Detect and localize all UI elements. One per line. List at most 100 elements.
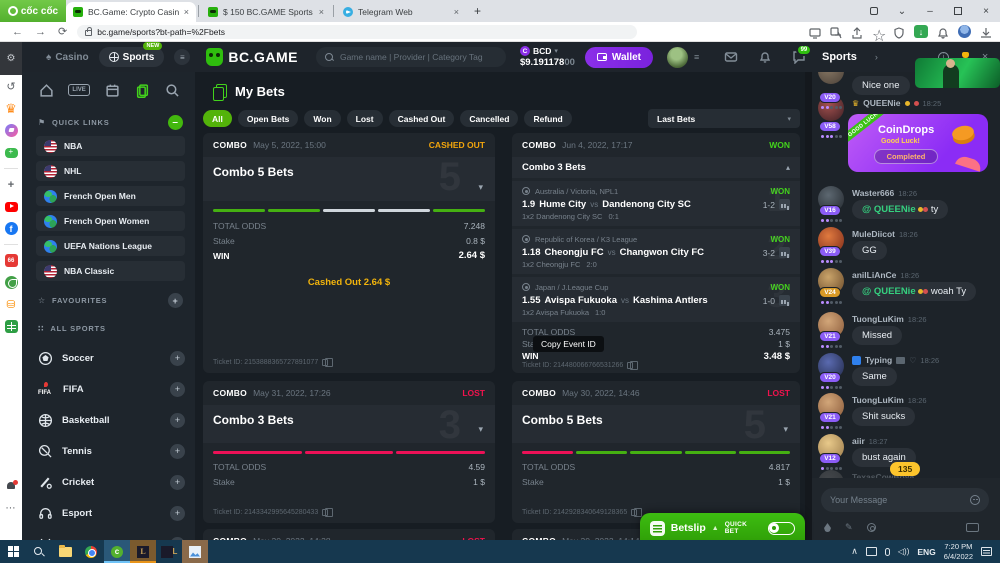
lock-icon[interactable] bbox=[85, 30, 92, 36]
game-search[interactable] bbox=[316, 47, 506, 67]
rain-icon[interactable] bbox=[824, 523, 831, 532]
new-tab-button[interactable]: + bbox=[474, 4, 481, 18]
bcgame-logo[interactable]: BC.GAME bbox=[206, 48, 298, 66]
username[interactable]: anilLiAnCe bbox=[852, 270, 896, 280]
sport-tennis[interactable]: Tennis+ bbox=[22, 439, 195, 463]
sheets-shortcut-icon[interactable] bbox=[5, 320, 18, 333]
profile-menu-icon[interactable]: ≡ bbox=[694, 52, 698, 62]
history-icon[interactable]: ↺ bbox=[5, 80, 18, 93]
league-of-legends-icon[interactable]: L bbox=[130, 540, 156, 563]
mail-icon[interactable] bbox=[724, 50, 738, 64]
filter-all[interactable]: All bbox=[203, 110, 232, 127]
microphone-icon[interactable] bbox=[885, 548, 890, 556]
promo-thumbnail[interactable] bbox=[915, 58, 1000, 88]
live-icon[interactable]: LIVE bbox=[68, 84, 89, 96]
send-to-device-icon[interactable] bbox=[809, 26, 821, 38]
chevron-down-icon[interactable]: ▾ bbox=[554, 47, 558, 55]
shopping-cart-icon[interactable]: ⛁ bbox=[5, 298, 18, 311]
browser-profile-avatar[interactable] bbox=[958, 25, 971, 38]
expand-chevron-icon[interactable]: ▾ bbox=[478, 424, 483, 435]
network-icon[interactable] bbox=[866, 547, 877, 556]
tab-preview-icon[interactable] bbox=[860, 0, 888, 22]
expand-soccer-button[interactable]: + bbox=[170, 351, 185, 366]
betslip-bar[interactable]: Betslip ▲ QUICK BET bbox=[640, 513, 805, 543]
back-icon[interactable]: ← bbox=[12, 26, 23, 38]
bet-leg[interactable]: 1 Australia / Victoria, NPL1WON 1.9Hume … bbox=[512, 181, 800, 226]
unread-count-badge[interactable]: 135 bbox=[890, 462, 920, 476]
expand-chevron-icon[interactable]: ▾ bbox=[478, 182, 483, 193]
reload-icon[interactable]: ⟳ bbox=[58, 25, 67, 38]
copy-icon[interactable] bbox=[322, 509, 328, 516]
mention[interactable]: @ QUEENie bbox=[862, 286, 916, 297]
bet-card-lost[interactable]: COMBO May 31, 2022, 17:26 LOST Combo 3 B… bbox=[203, 381, 495, 523]
bookmark-star-icon[interactable]: ☆ bbox=[872, 26, 884, 38]
bet-card-lost[interactable]: COMBO May 30, 2022, 14:46 LOST Combo 5 B… bbox=[512, 381, 800, 523]
expand-tennis-button[interactable]: + bbox=[170, 444, 185, 459]
sport-soccer[interactable]: Soccer+ bbox=[22, 346, 195, 370]
taskbar-search-icon[interactable] bbox=[26, 540, 52, 563]
balance-block[interactable]: C BCD ▾ $9.19117800 bbox=[520, 46, 575, 68]
chevron-right-icon[interactable]: › bbox=[875, 52, 878, 62]
notification-bell-icon[interactable] bbox=[937, 26, 949, 38]
tab-close-icon[interactable]: × bbox=[184, 7, 189, 17]
search-input[interactable] bbox=[340, 52, 497, 62]
coccoc-menu-button[interactable]: cốc cốc bbox=[0, 0, 66, 22]
nav-casino[interactable]: ♠Casino bbox=[46, 52, 89, 63]
username[interactable]: aiir bbox=[852, 436, 865, 446]
emoji-icon[interactable] bbox=[970, 495, 980, 505]
facebook-icon[interactable]: f bbox=[5, 222, 18, 235]
chat-room-title[interactable]: Sports bbox=[822, 51, 857, 63]
my-bets-icon[interactable] bbox=[135, 82, 151, 98]
sport-fifa[interactable]: FIFA FIFA+ bbox=[22, 377, 195, 401]
bet-card-cashed-out[interactable]: COMBO May 5, 2022, 15:00 CASHED OUT Comb… bbox=[203, 133, 495, 373]
quick-bet-toggle[interactable] bbox=[768, 522, 795, 535]
tab-search-icon[interactable]: ⌄ bbox=[888, 0, 916, 22]
crown-rewards-icon[interactable]: ♛ bbox=[5, 102, 18, 115]
restore-button[interactable] bbox=[944, 0, 972, 22]
youtube-icon[interactable] bbox=[5, 200, 18, 213]
wallet-button[interactable]: Wallet bbox=[585, 47, 653, 68]
language-indicator[interactable]: ENG bbox=[917, 547, 935, 557]
filter-refund[interactable]: Refund bbox=[524, 110, 571, 127]
coccoc-taskbar-icon[interactable]: c bbox=[104, 540, 130, 563]
completed-button[interactable]: Completed bbox=[874, 149, 938, 164]
add-favourite-button[interactable]: + bbox=[168, 293, 183, 308]
hidden-icons-chevron[interactable]: ∧ bbox=[851, 546, 858, 557]
calendar-icon[interactable] bbox=[104, 82, 120, 98]
close-button[interactable]: × bbox=[972, 0, 1000, 22]
bet-leg[interactable]: 2 Republic of Korea / K3 LeagueWON 1.18C… bbox=[512, 229, 800, 274]
stats-icon[interactable] bbox=[779, 295, 790, 306]
filter-cancelled[interactable]: Cancelled bbox=[460, 110, 518, 127]
sport-esport[interactable]: Esport+ bbox=[22, 501, 195, 525]
shield-icon[interactable] bbox=[893, 26, 905, 38]
username[interactable]: TuongLuKim bbox=[852, 314, 904, 324]
alerts-bell-icon[interactable] bbox=[5, 480, 18, 493]
message-input[interactable] bbox=[830, 495, 960, 505]
league-client-icon[interactable]: L bbox=[156, 540, 182, 563]
games-icon[interactable] bbox=[5, 146, 18, 159]
copy-icon[interactable] bbox=[631, 509, 637, 516]
chat-icon[interactable]: 99 bbox=[792, 50, 806, 64]
quick-link-french-open-women[interactable]: French Open Women bbox=[36, 211, 185, 231]
start-button[interactable] bbox=[0, 540, 26, 563]
sort-select[interactable]: Last Bets▾ bbox=[648, 109, 800, 128]
copy-icon[interactable] bbox=[322, 359, 328, 366]
username[interactable]: QUEENie bbox=[863, 98, 900, 108]
tab-bcgame[interactable]: BC.Game: Crypto Casino Gan × bbox=[66, 2, 196, 22]
expand-basketball-button[interactable]: + bbox=[170, 413, 185, 428]
share-icon[interactable] bbox=[851, 26, 863, 38]
tab-close-icon[interactable]: × bbox=[454, 7, 459, 17]
more-icon[interactable]: ⋯ bbox=[5, 502, 18, 515]
sport-cricket[interactable]: Cricket+ bbox=[22, 470, 195, 494]
search-icon[interactable] bbox=[165, 82, 181, 98]
volume-icon[interactable]: ◁)) bbox=[898, 547, 909, 556]
filter-open-bets[interactable]: Open Bets bbox=[238, 110, 299, 127]
stats-icon[interactable] bbox=[779, 247, 790, 258]
expand-chevron-icon[interactable]: ▾ bbox=[783, 424, 788, 435]
bell-icon[interactable] bbox=[758, 50, 772, 64]
quick-link-nba-classic[interactable]: NBA Classic bbox=[36, 261, 185, 281]
collapse-chevron-icon[interactable]: ▴ bbox=[786, 163, 790, 172]
expand-fifa-button[interactable]: + bbox=[170, 382, 185, 397]
quick-link-nba[interactable]: NBA bbox=[36, 136, 185, 156]
chrome-icon[interactable] bbox=[78, 540, 104, 563]
